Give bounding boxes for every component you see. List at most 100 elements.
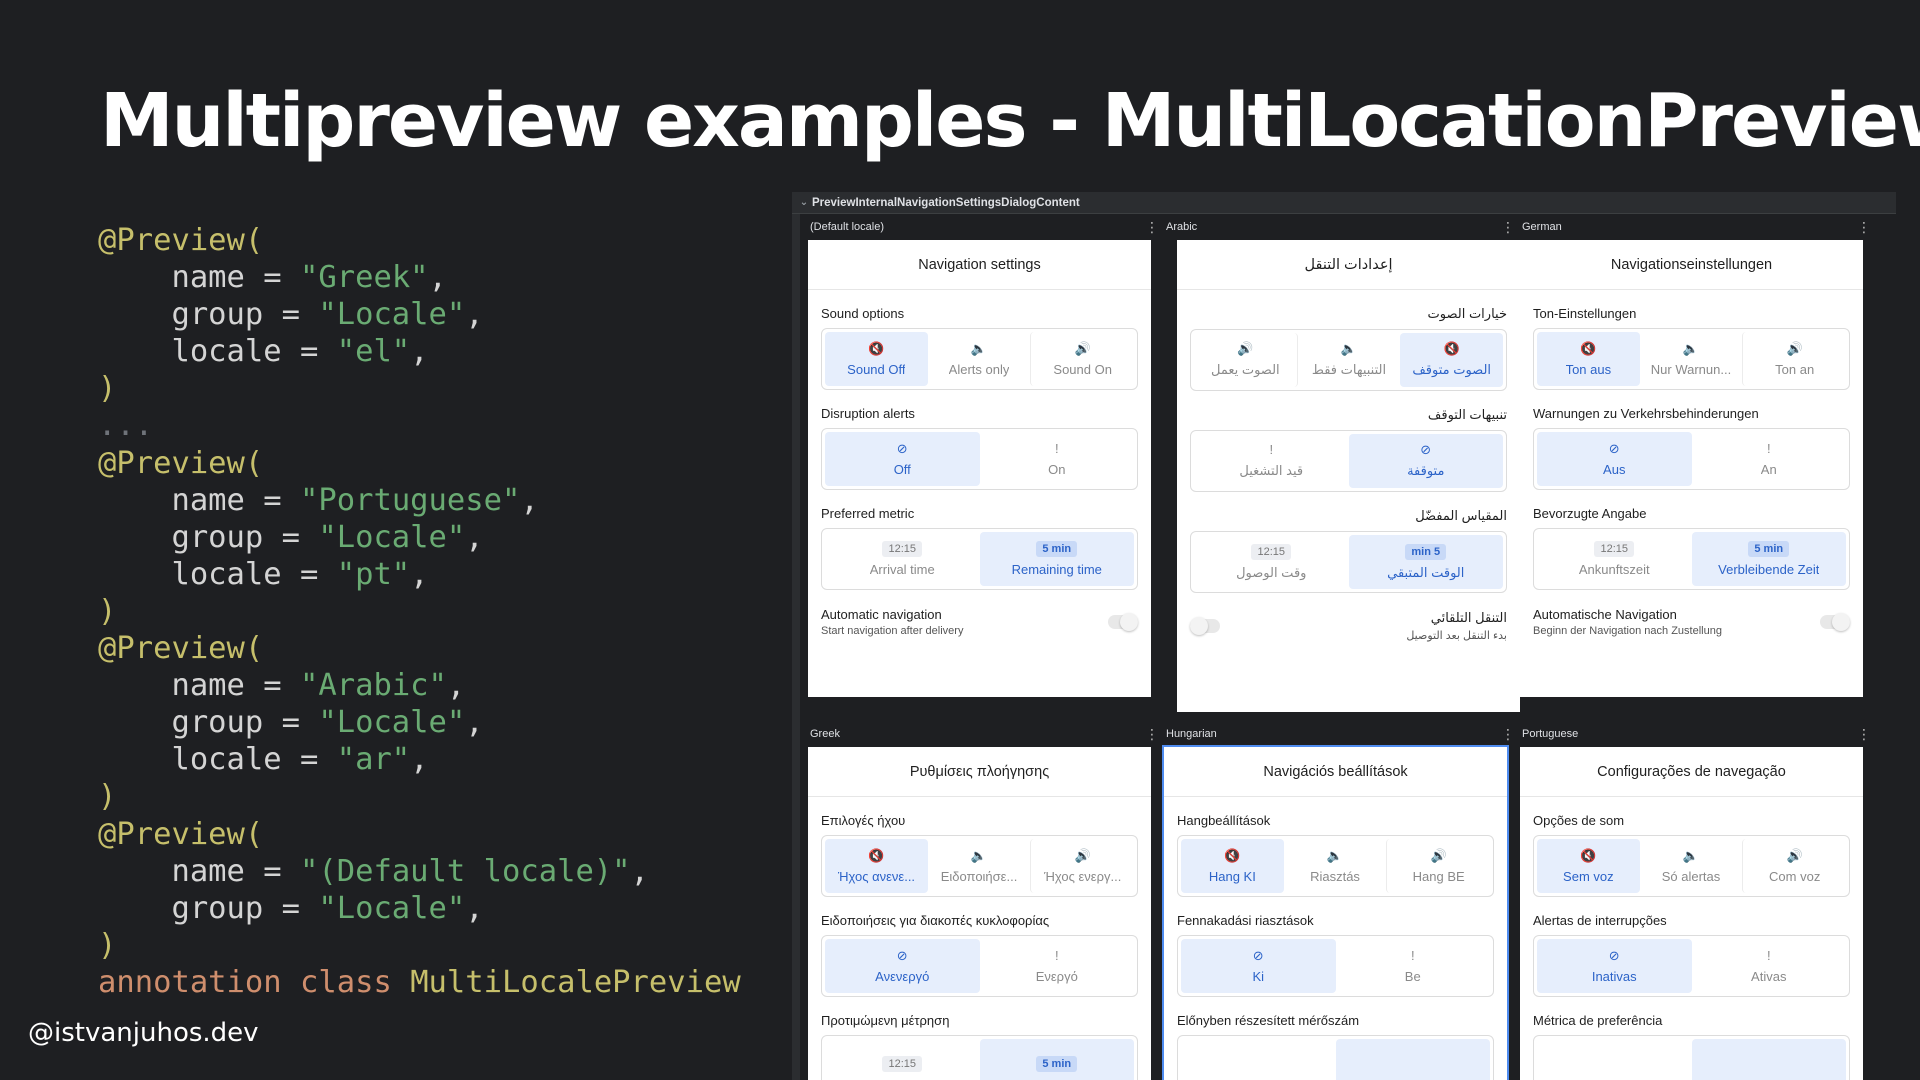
- option-label: Aus: [1603, 461, 1626, 477]
- card-title: Navigációs beállítások: [1164, 747, 1507, 797]
- auto-nav-toggle[interactable]: [1108, 613, 1138, 631]
- sound-off-option[interactable]: 🔇 Sound Off: [825, 332, 928, 386]
- option-label: الوقت المتبقي: [1387, 564, 1465, 580]
- auto-nav-toggle[interactable]: [1190, 617, 1220, 635]
- sound-on-option[interactable]: 🔊 Com voz: [1742, 839, 1846, 893]
- section-label: تنبيهات التوقف: [1427, 407, 1507, 422]
- sound-off-option[interactable]: 🔇 الصوت متوقف: [1400, 333, 1503, 387]
- more-icon[interactable]: ⋮: [1145, 726, 1159, 743]
- remaining-time-option[interactable]: [1335, 1039, 1490, 1080]
- disruption-off-option[interactable]: ⊘ Inativas: [1537, 939, 1692, 993]
- time-chip: 12:15: [1251, 543, 1292, 560]
- chevron-down-icon[interactable]: ⌄: [796, 197, 812, 208]
- code-key: group =: [98, 890, 319, 926]
- sound-on-option[interactable]: 🔊 الصوت يعمل: [1194, 333, 1298, 387]
- settings-card: Ρυθμίσεις πλοήγησης Επιλογές ήχου 🔇 Ήχος …: [808, 747, 1151, 1080]
- disruption-options: ⊘ Off ! On: [821, 428, 1138, 490]
- arrival-time-option[interactable]: [1181, 1039, 1336, 1080]
- disruption-off-option[interactable]: ⊘ Ανενεργό: [825, 939, 980, 993]
- more-icon[interactable]: ⋮: [1145, 219, 1159, 236]
- sound-on-option[interactable]: 🔊 Ton an: [1742, 332, 1846, 386]
- option-label: Off: [893, 461, 911, 477]
- alerts-only-option[interactable]: 🔈 Só alertas: [1640, 839, 1743, 893]
- more-icon[interactable]: ⋮: [1857, 726, 1871, 743]
- alerts-only-option[interactable]: 🔈 التنبيهات فقط: [1298, 333, 1401, 387]
- preview-header[interactable]: ⌄ PreviewInternalNavigationSettingsDialo…: [792, 192, 1896, 214]
- remaining-time-option[interactable]: [1691, 1039, 1846, 1080]
- code-punct: ,: [446, 668, 466, 704]
- settings-card-selected[interactable]: Navigációs beállítások Hangbeállítások 🔇…: [1162, 745, 1509, 1080]
- disruption-off-option[interactable]: ⊘ Aus: [1537, 432, 1692, 486]
- sound-off-option[interactable]: 🔇 Ton aus: [1537, 332, 1640, 386]
- time-chip: 12:15: [882, 541, 923, 557]
- metric-options: [1177, 1035, 1494, 1080]
- time-chip: 12:15: [882, 1055, 923, 1072]
- disruption-on-option[interactable]: ! Ενεργό: [980, 939, 1135, 993]
- option-label: Ki: [1252, 968, 1265, 984]
- section-label: Sound options: [821, 306, 905, 321]
- disruption-off-option[interactable]: ⊘ متوقفة: [1348, 434, 1503, 488]
- settings-card: Navigation settings Sound options 🔇 Sound…: [808, 240, 1151, 697]
- arrival-time-option[interactable]: 12:15 وقت الوصول: [1194, 535, 1349, 589]
- code-line: @Preview(: [98, 445, 264, 481]
- code-string: "el": [336, 334, 411, 370]
- sound-on-option[interactable]: 🔊 Hang BE: [1386, 839, 1490, 893]
- remaining-time-option[interactable]: 5 min الوقت المتبقي: [1348, 535, 1503, 589]
- code-key: locale =: [98, 334, 337, 370]
- more-icon[interactable]: ⋮: [1501, 219, 1515, 236]
- shield-alert-icon: !: [1410, 947, 1415, 963]
- option-label: Arrival time: [869, 562, 935, 577]
- auto-nav-toggle[interactable]: [1820, 613, 1850, 631]
- section-label: Disruption alerts: [821, 406, 915, 421]
- option-label: وقت الوصول: [1236, 564, 1307, 580]
- remaining-time-option[interactable]: 5 min: [979, 1039, 1134, 1080]
- disruption-off-option[interactable]: ⊘ Ki: [1181, 939, 1336, 993]
- disruption-on-option[interactable]: ! قيد التشغيل: [1194, 434, 1349, 488]
- metric-options: 12:15 5 min: [821, 1035, 1138, 1080]
- arrival-time-option[interactable]: 12:15 Arrival time: [825, 532, 980, 586]
- arrival-time-option[interactable]: 12:15: [825, 1039, 980, 1080]
- more-icon[interactable]: ⋮: [1501, 726, 1515, 743]
- sound-off-option[interactable]: 🔇 Hang KI: [1181, 839, 1284, 893]
- disruption-on-option[interactable]: ! An: [1692, 432, 1847, 486]
- volume-up-icon: 🔊: [1786, 340, 1803, 356]
- metric-options: 12:15 وقت الوصول 5 min الوقت المتبقي: [1190, 531, 1507, 593]
- shield-off-icon: ⊘: [1420, 442, 1432, 457]
- card-title: Ρυθμίσεις πλοήγησης: [808, 747, 1151, 797]
- metric-options: 12:15 Ankunftszeit 5 min Verbleibende Zeit: [1533, 528, 1850, 590]
- option-label: Ήχος ενεργ...: [1044, 868, 1122, 884]
- alerts-only-option[interactable]: 🔈 Nur Warnun...: [1640, 332, 1743, 386]
- option-label: التنبيهات فقط: [1311, 362, 1387, 377]
- preview-function-name: PreviewInternalNavigationSettingsDialogC…: [812, 196, 1080, 209]
- sound-options: 🔇 Ήχος ανενε... 🔈 Ειδοποιήσε... 🔊 Ήχος ενερ…: [821, 835, 1138, 897]
- auto-nav-title: التنقل التلقائي: [1430, 610, 1507, 625]
- sound-off-option[interactable]: 🔇 Ήχος ανενε...: [825, 839, 928, 893]
- code-line: @Preview(: [98, 223, 264, 258]
- disruption-on-option[interactable]: ! Be: [1336, 939, 1491, 993]
- shield-alert-icon: !: [1766, 440, 1771, 456]
- alerts-only-option[interactable]: 🔈 Ειδοποιήσε...: [928, 839, 1031, 893]
- volume-up-icon: 🔊: [1237, 341, 1254, 356]
- sound-options: 🔇 Sound Off 🔈 Alerts only 🔊 Sound On: [821, 328, 1138, 390]
- disruption-on-option[interactable]: ! Ativas: [1692, 939, 1847, 993]
- disruption-on-option[interactable]: ! On: [980, 432, 1135, 486]
- remaining-time-option[interactable]: 5 min Verbleibende Zeit: [1691, 532, 1846, 586]
- code-string: "Greek": [300, 260, 429, 296]
- disruption-off-option[interactable]: ⊘ Off: [825, 432, 980, 486]
- alerts-only-option[interactable]: 🔈 Alerts only: [928, 332, 1031, 386]
- arrival-time-option[interactable]: [1537, 1039, 1692, 1080]
- alerts-only-option[interactable]: 🔈 Riasztás: [1284, 839, 1387, 893]
- pane-label: German: [1522, 221, 1562, 233]
- sound-off-option[interactable]: 🔇 Sem voz: [1537, 839, 1640, 893]
- arrival-time-option[interactable]: 12:15 Ankunftszeit: [1537, 532, 1692, 586]
- auto-nav-subtitle: Beginn der Navigation nach Zustellung: [1533, 625, 1722, 637]
- remaining-time-option[interactable]: 5 min Remaining time: [979, 532, 1134, 586]
- volume-up-icon: 🔊: [1074, 340, 1091, 356]
- time-chip: 5 min: [1036, 1055, 1078, 1072]
- code-string: "Locale": [318, 297, 466, 333]
- metric-options: [1533, 1035, 1850, 1080]
- more-icon[interactable]: ⋮: [1857, 219, 1871, 236]
- section-label: خيارات الصوت: [1427, 306, 1507, 321]
- sound-on-option[interactable]: 🔊 Sound On: [1030, 332, 1134, 386]
- sound-on-option[interactable]: 🔊 Ήχος ενεργ...: [1030, 839, 1134, 893]
